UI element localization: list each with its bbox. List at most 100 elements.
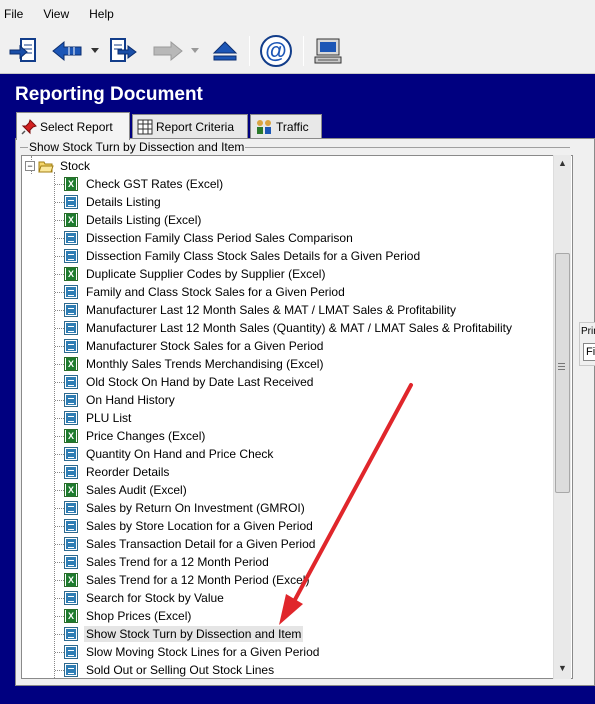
menu-file[interactable]: File — [4, 7, 23, 21]
tree-item[interactable]: Sales Transaction Detail for a Given Per… — [64, 535, 317, 553]
pushpin-icon — [21, 118, 37, 135]
tree-item-label: Duplicate Supplier Codes by Supplier (Ex… — [86, 267, 326, 281]
side-panel-field[interactable]: Fi — [583, 343, 595, 361]
scroll-thumb[interactable] — [555, 253, 570, 493]
page-title: Reporting Document — [15, 84, 203, 105]
tree-item[interactable]: Old Stock On Hand by Date Last Received — [64, 373, 315, 391]
report-icon — [64, 285, 78, 299]
tree-node-stock[interactable]: − Stock — [25, 157, 92, 175]
menu-bar: File View Help — [0, 0, 595, 28]
tree-item-label: Search for Stock by Value — [86, 591, 224, 605]
tree-item[interactable]: Sales Audit (Excel) — [64, 481, 189, 499]
collapse-toggle[interactable]: − — [25, 161, 35, 171]
tree-item[interactable]: Shop Prices (Excel) — [64, 607, 193, 625]
back-arrow-icon[interactable] — [50, 34, 84, 68]
tree-item[interactable]: Sold Out or Selling Out Stock Lines — [64, 661, 276, 678]
report-icon — [64, 393, 78, 407]
vertical-scrollbar[interactable]: ▲ ▼ — [553, 155, 571, 679]
scroll-down-arrow-icon[interactable]: ▼ — [558, 663, 567, 673]
back-dropdown-icon[interactable] — [90, 34, 100, 68]
tree-item-label: Sales Trend for a 12 Month Period (Excel… — [86, 573, 310, 587]
tree-item[interactable]: Family and Class Stock Sales for a Given… — [64, 283, 347, 301]
forward-document-icon[interactable] — [106, 34, 140, 68]
tab-traffic[interactable]: Traffic — [250, 114, 322, 138]
tab-report-criteria[interactable]: Report Criteria — [132, 114, 248, 138]
tab-label: Select Report — [40, 119, 113, 134]
grid-icon — [137, 119, 153, 135]
tree-item[interactable]: Sales Trend for a 12 Month Period — [64, 553, 271, 571]
tree-item-label: Sales Trend for a 12 Month Period — [86, 555, 269, 569]
tree-item[interactable]: Manufacturer Last 12 Month Sales (Quanti… — [64, 319, 514, 337]
tree-item-label: Details Listing (Excel) — [86, 213, 202, 227]
eject-icon[interactable] — [208, 34, 242, 68]
tree-item[interactable]: Reorder Details — [64, 463, 171, 481]
report-icon — [64, 501, 78, 515]
tree-item[interactable]: Quantity On Hand and Price Check — [64, 445, 275, 463]
tree-item[interactable]: Dissection Family Class Stock Sales Deta… — [64, 247, 422, 265]
tree-item[interactable]: Slow Moving Stock Lines for a Given Peri… — [64, 643, 321, 661]
tree-item[interactable]: Sales by Store Location for a Given Peri… — [64, 517, 315, 535]
tree-item[interactable]: On Hand History — [64, 391, 177, 409]
exit-document-icon[interactable] — [6, 34, 40, 68]
report-icon — [64, 591, 78, 605]
tree-item-label: Family and Class Stock Sales for a Given… — [86, 285, 345, 299]
scroll-grip-icon — [558, 363, 565, 370]
tree-item-label: Sales by Store Location for a Given Peri… — [86, 519, 313, 533]
tree-item[interactable]: Manufacturer Stock Sales for a Given Per… — [64, 337, 325, 355]
tree-item-label: Reorder Details — [86, 465, 170, 479]
tree-item-label: Shop Prices (Excel) — [86, 609, 192, 623]
tree-item[interactable]: Show Stock Turn by Dissection and Item — [64, 625, 304, 643]
tree-item[interactable]: Details Listing — [64, 193, 163, 211]
tree-item[interactable]: Manufacturer Last 12 Month Sales & MAT /… — [64, 301, 458, 319]
group-label: Show Stock Turn by Dissection and Item — [28, 140, 246, 154]
scroll-up-arrow-icon[interactable]: ▲ — [558, 158, 567, 168]
tree-item-label: Sold Out or Selling Out Stock Lines — [86, 663, 275, 677]
tree-node-label: Stock — [60, 159, 91, 173]
tree-item[interactable]: Dissection Family Class Period Sales Com… — [64, 229, 355, 247]
report-tree[interactable]: − Stock Check GST Rates (Excel) Details L… — [21, 155, 573, 679]
report-icon — [64, 321, 78, 335]
excel-report-icon — [64, 357, 78, 371]
side-panel-fragment: Prin Fi — [579, 322, 595, 366]
tree-item-label: Sales Audit (Excel) — [86, 483, 187, 497]
tree-item-label: Monthly Sales Trends Merchandising (Exce… — [86, 357, 324, 371]
computer-icon[interactable] — [310, 34, 346, 68]
tree-item[interactable]: Check GST Rates (Excel) — [64, 175, 225, 193]
tree-item-label: Show Stock Turn by Dissection and Item — [84, 626, 304, 642]
tree-item-label: Manufacturer Stock Sales for a Given Per… — [86, 339, 324, 353]
tree-item[interactable]: Sales by Return On Investment (GMROI) — [64, 499, 307, 517]
tree-item[interactable]: Monthly Sales Trends Merchandising (Exce… — [64, 355, 325, 373]
tab-select-report[interactable]: Select Report — [16, 112, 130, 140]
report-icon — [64, 627, 78, 641]
tree-item[interactable]: Search for Stock by Value — [64, 589, 226, 607]
tree-item[interactable]: Price Changes (Excel) — [64, 427, 207, 445]
excel-report-icon — [64, 213, 78, 227]
report-icon — [64, 195, 78, 209]
tree-item-label: Manufacturer Last 12 Month Sales & MAT /… — [86, 303, 456, 317]
report-icon — [64, 447, 78, 461]
tree-item[interactable]: Duplicate Supplier Codes by Supplier (Ex… — [64, 265, 327, 283]
menu-help[interactable]: Help — [89, 7, 114, 21]
tree-item-label: Slow Moving Stock Lines for a Given Peri… — [86, 645, 320, 659]
tree-item-label: Dissection Family Class Period Sales Com… — [86, 231, 353, 245]
report-icon — [64, 303, 78, 317]
excel-report-icon — [64, 267, 78, 281]
toolbar: @ — [0, 28, 595, 74]
report-icon — [64, 645, 78, 659]
side-panel-label: Prin — [581, 326, 595, 337]
tree-item-label: Check GST Rates (Excel) — [86, 177, 224, 191]
tree-item[interactable]: Sales Trend for a 12 Month Period (Excel… — [64, 571, 311, 589]
tree-item-label: Price Changes (Excel) — [86, 429, 206, 443]
excel-report-icon — [64, 429, 78, 443]
report-icon — [64, 465, 78, 479]
menu-view[interactable]: View — [43, 7, 69, 21]
excel-report-icon — [64, 609, 78, 623]
tree-item-label: Manufacturer Last 12 Month Sales (Quanti… — [86, 321, 512, 335]
report-icon — [64, 339, 78, 353]
tree-item[interactable]: Details Listing (Excel) — [64, 211, 203, 229]
tree-item-label: Sales Transaction Detail for a Given Per… — [86, 537, 316, 551]
report-icon — [64, 519, 78, 533]
tree-item-label: PLU List — [86, 411, 132, 425]
email-icon[interactable]: @ — [256, 34, 296, 68]
tree-item[interactable]: PLU List — [64, 409, 133, 427]
